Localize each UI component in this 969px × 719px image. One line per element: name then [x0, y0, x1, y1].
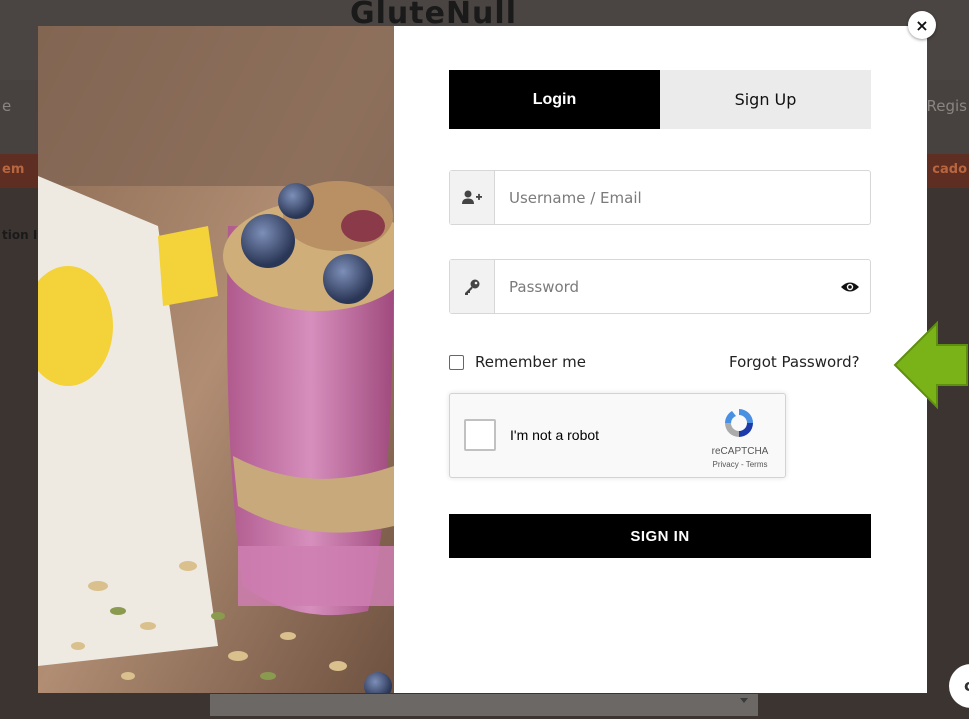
recaptcha-label: I'm not a robot: [510, 427, 600, 443]
tab-login[interactable]: Login: [449, 70, 660, 129]
recaptcha-brand: reCAPTCHA: [711, 446, 769, 457]
user-plus-icon: [450, 171, 495, 224]
auth-tabs: Login Sign Up: [449, 70, 871, 129]
remember-me-checkbox[interactable]: [449, 354, 464, 370]
recaptcha-widget: I'm not a robot reCAPTCHA Privacy - Term…: [449, 393, 786, 478]
close-button[interactable]: ×: [908, 11, 936, 39]
remember-me-label: Remember me: [475, 353, 586, 371]
eye-icon: [841, 282, 859, 291]
background-side-text: tion I: [2, 228, 38, 242]
background-nav-left-text: e: [2, 97, 12, 115]
chat-widget-icon: c: [964, 676, 969, 695]
background-caret-icon: [740, 698, 748, 703]
recaptcha-privacy-terms[interactable]: Privacy - Terms: [705, 460, 775, 469]
recaptcha-logo-icon: [725, 409, 753, 437]
password-input[interactable]: [495, 260, 830, 313]
background-select-strip: [210, 694, 758, 716]
tab-sign-up[interactable]: Sign Up: [660, 70, 871, 129]
background-banner-right-text: cado: [932, 162, 967, 177]
password-field: [449, 259, 871, 314]
show-password-toggle[interactable]: [830, 260, 870, 313]
key-icon: [450, 260, 495, 313]
background-nav-right-text: Regis: [926, 97, 967, 115]
forgot-password-link[interactable]: Forgot Password?: [729, 353, 860, 371]
username-input[interactable]: [495, 171, 870, 224]
recaptcha-checkbox[interactable]: [464, 419, 496, 451]
close-icon: ×: [915, 15, 929, 35]
remember-me: Remember me: [449, 353, 586, 371]
sign-in-button[interactable]: SIGN IN: [449, 514, 871, 558]
arrow-left-icon: [893, 320, 968, 410]
smoothie-photo: [38, 26, 394, 693]
username-field: [449, 170, 871, 225]
background-banner-left-text: em: [2, 162, 25, 177]
